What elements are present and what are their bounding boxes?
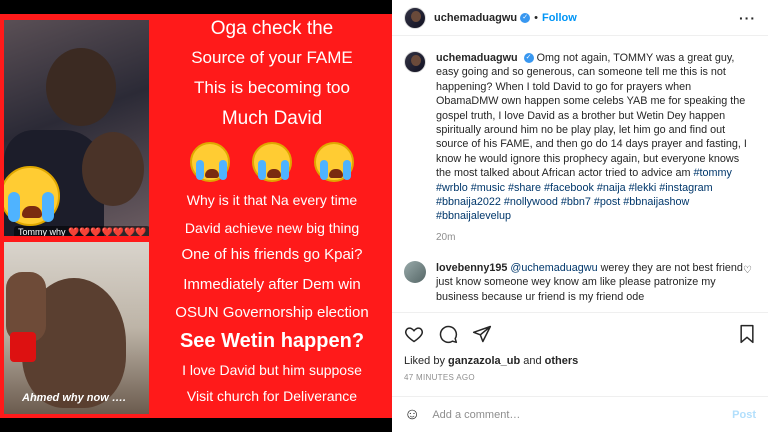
poster-line: Much David — [221, 108, 323, 129]
tear-shape — [42, 192, 54, 222]
follow-button[interactable]: Follow — [542, 12, 577, 24]
poster-text-block: Oga check the Source of your FAME This i… — [152, 14, 392, 418]
comment-mention[interactable]: @uchemaduagwu — [510, 262, 597, 274]
avatar[interactable] — [404, 6, 426, 29]
avatar[interactable] — [404, 260, 426, 283]
caption-username[interactable]: uchemaduagwu — [436, 52, 518, 64]
collage-image: Tommy why ❤️❤️❤️❤️❤️❤️❤️ Ahmed why now …… — [0, 14, 392, 418]
photo-david: Ahmed why now …. — [4, 242, 149, 414]
photo-tommy: Tommy why ❤️❤️❤️❤️❤️❤️❤️ — [4, 20, 149, 236]
liked-by-prefix: Liked by — [404, 355, 445, 367]
add-comment-bar: ☺ Add a comment… Post — [392, 396, 768, 432]
liked-by-suffix: and — [523, 355, 542, 367]
avatar[interactable] — [404, 51, 426, 73]
crying-emoji-row — [152, 142, 392, 182]
poster-line: David achieve new big thing — [184, 220, 360, 236]
watch-shape — [10, 332, 36, 362]
instagram-post-view: Tommy why ❤️❤️❤️❤️❤️❤️❤️ Ahmed why now …… — [0, 0, 768, 432]
post-comment-button[interactable]: Post — [732, 409, 756, 421]
caption-time: 20m — [436, 231, 456, 243]
action-bar: Liked by ganzazola_ub and others 47 MINU… — [392, 312, 768, 382]
crying-emoji-icon — [252, 142, 292, 182]
add-comment-input[interactable]: Add a comment… — [432, 409, 732, 421]
poster-line: This is becoming too — [194, 78, 350, 97]
poster-line: I love David but him suppose — [182, 362, 362, 378]
separator-dot: • — [534, 11, 538, 24]
comment-text: lovebenny195 @uchemaduagwu werey they ar… — [436, 261, 746, 304]
post-media[interactable]: Tommy why ❤️❤️❤️❤️❤️❤️❤️ Ahmed why now …… — [0, 0, 392, 432]
more-horizontal-icon[interactable]: ··· — [739, 10, 756, 26]
mouth-shape — [22, 206, 42, 218]
verified-badge-icon: ✓ — [523, 53, 534, 64]
comment-item: lovebenny195 @uchemaduagwu werey they ar… — [404, 260, 756, 304]
action-icons — [404, 323, 756, 345]
face-shape — [82, 132, 144, 206]
poster-line: Visit church for Deliverance — [186, 388, 358, 404]
comment-username[interactable]: lovebenny195 — [436, 262, 507, 274]
tear-shape — [8, 192, 20, 222]
caption-body: Omg not again, TOMMY was a great guy, ea… — [436, 52, 747, 180]
crying-emoji-icon — [4, 166, 60, 226]
crying-emoji-icon — [190, 142, 230, 182]
poster-line: Oga check the — [210, 18, 334, 39]
share-icon[interactable] — [472, 324, 492, 344]
likes-summary: Liked by ganzazola_ub and others — [404, 355, 756, 367]
bookmark-icon[interactable] — [738, 324, 756, 344]
face-shape — [46, 48, 116, 126]
caption-row: uchemaduagwu ✓ Omg not again, TOMMY was … — [404, 51, 756, 224]
comment-like-heart-icon[interactable]: ♡ — [743, 265, 752, 276]
poster-line: OSUN Governorship election — [175, 304, 369, 321]
poster-line: See Wetin happen? — [179, 330, 365, 352]
emoji-smile-icon[interactable]: ☺ — [404, 406, 420, 424]
poster-line: One of his friends go Kpai? — [181, 246, 363, 263]
heart-icon[interactable] — [404, 324, 424, 344]
post-header: uchemaduagwu ✓ • Follow ··· — [392, 0, 768, 36]
post-timestamp[interactable]: 47 MINUTES AGO — [404, 373, 756, 382]
poster-line: Why is it that Na every time — [186, 192, 358, 208]
header-username[interactable]: uchemaduagwu — [434, 12, 517, 24]
liked-by-user[interactable]: ganzazola_ub — [448, 355, 520, 367]
caption-text: uchemaduagwu ✓ Omg not again, TOMMY was … — [436, 51, 756, 224]
crying-emoji-icon — [314, 142, 354, 182]
comment-icon[interactable] — [438, 324, 458, 344]
photo-caption-bottom: Ahmed why now …. — [22, 392, 126, 404]
poster-line: Source of your FAME — [191, 48, 353, 67]
post-side-panel: uchemaduagwu ✓ • Follow ··· uchemaduagwu… — [392, 0, 768, 432]
verified-badge-icon: ✓ — [520, 12, 531, 23]
liked-by-others[interactable]: others — [545, 355, 579, 367]
poster-line: Immediately after Dem win — [183, 276, 361, 293]
comments-area: uchemaduagwu ✓ Omg not again, TOMMY was … — [392, 37, 768, 312]
photo-caption-top: Tommy why ❤️❤️❤️❤️❤️❤️❤️ — [14, 226, 149, 236]
